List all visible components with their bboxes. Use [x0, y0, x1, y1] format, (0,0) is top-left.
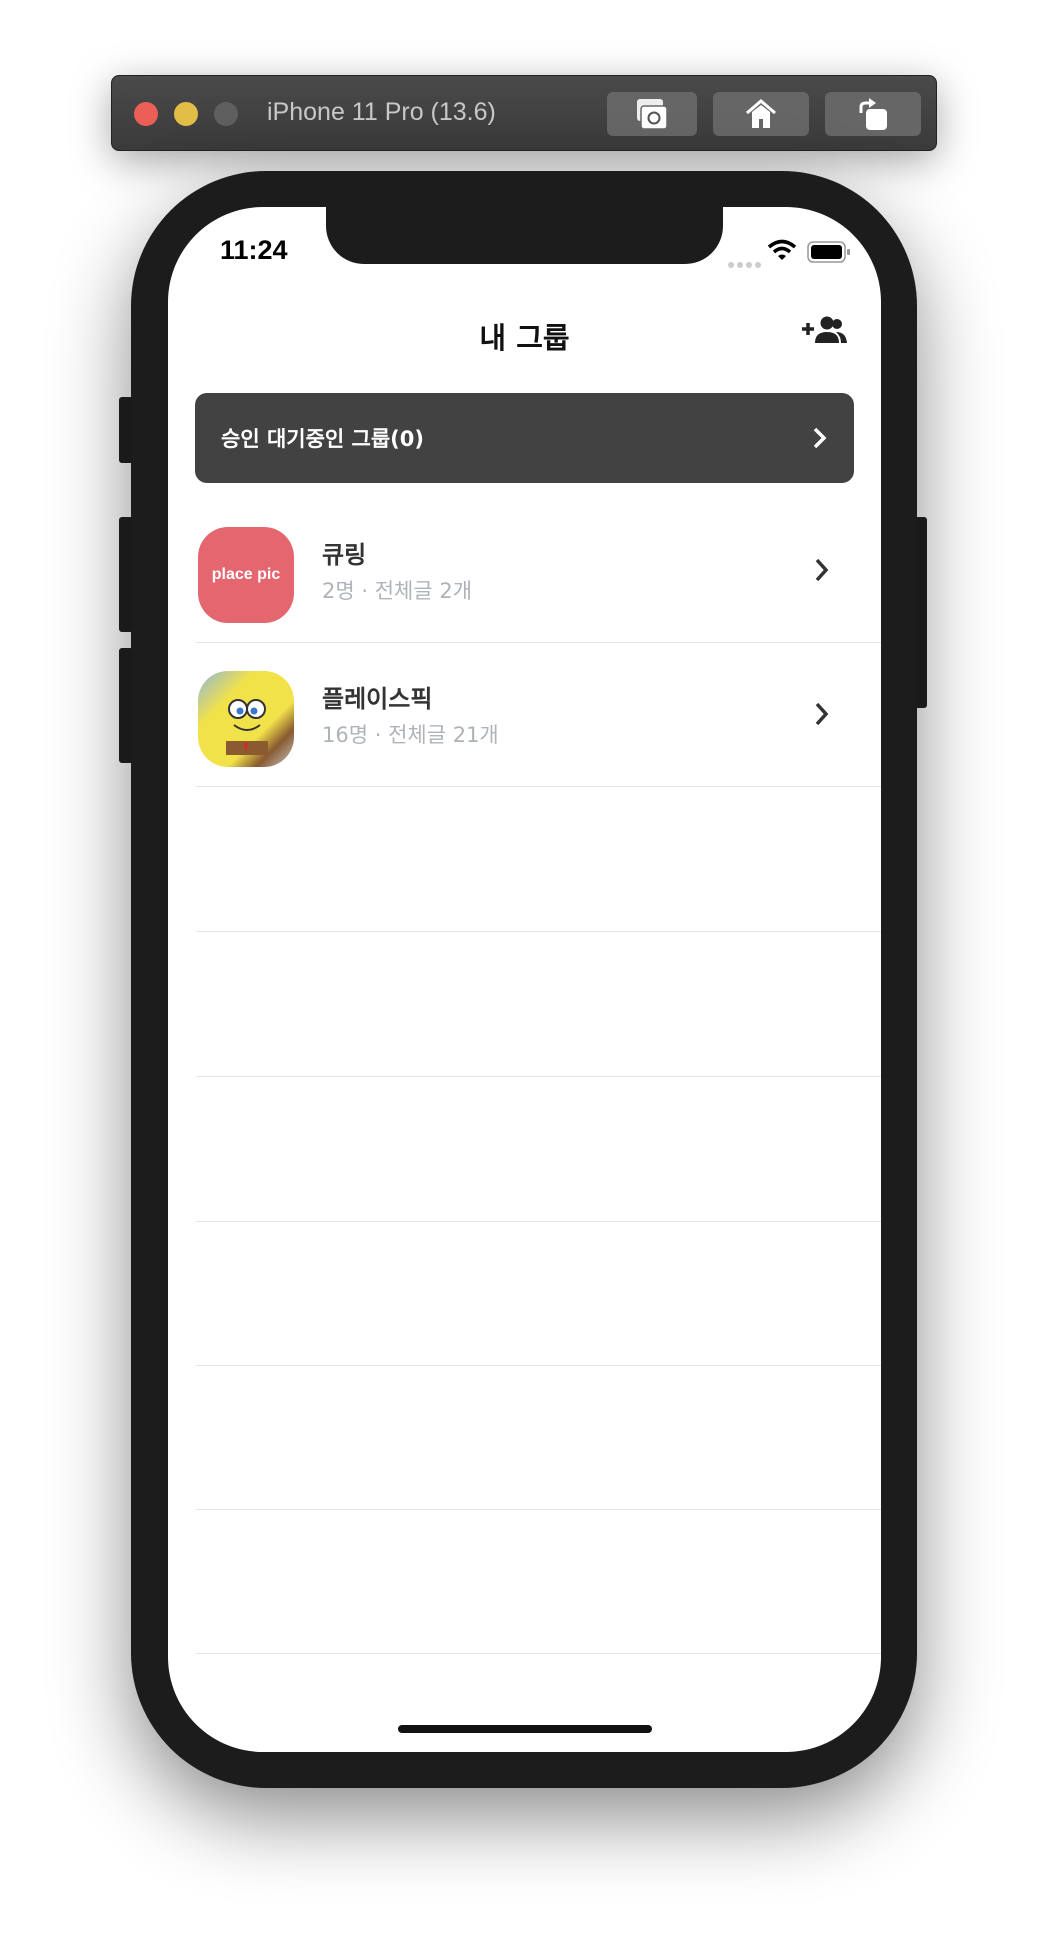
app-screen: 11:24 내 그룹 승인 대기중인 그룹(0) place pic 큐링 2명… [168, 207, 881, 1752]
status-time: 11:24 [220, 235, 288, 265]
rotate-icon [859, 98, 887, 130]
home-indicator[interactable] [398, 1725, 652, 1733]
minimize-button[interactable] [174, 102, 198, 126]
pending-groups-button[interactable]: 승인 대기중인 그룹(0) [195, 393, 854, 483]
group-name: 플레이스픽 [322, 685, 433, 713]
window-title: iPhone 11 Pro (13.6) [267, 98, 496, 126]
screenshot-button[interactable] [607, 92, 697, 136]
add-group-member-button[interactable] [800, 315, 848, 351]
chevron-right-icon [815, 702, 829, 726]
empty-row [196, 932, 881, 1077]
group-list-item[interactable]: place pic 큐링 2명 · 전체글 2개 [196, 499, 881, 643]
battery-icon [807, 241, 851, 267]
screenshot-icon [637, 99, 668, 130]
power-button [915, 517, 927, 708]
empty-row [196, 1221, 881, 1366]
group-avatar: place pic [198, 527, 294, 623]
wifi-icon [767, 239, 797, 265]
group-avatar [198, 671, 294, 767]
close-button[interactable] [134, 102, 158, 126]
add-user-icon [802, 316, 847, 343]
home-button[interactable] [713, 92, 809, 136]
mute-switch [119, 397, 133, 463]
group-meta: 2명 · 전체글 2개 [322, 579, 473, 603]
empty-row [196, 1365, 881, 1510]
empty-row [196, 787, 881, 932]
empty-row [196, 1509, 881, 1654]
empty-row [196, 1077, 881, 1222]
group-meta: 16명 · 전체글 21개 [322, 723, 499, 747]
home-icon [746, 99, 776, 128]
group-list-item[interactable]: 플레이스픽 16명 · 전체글 21개 [196, 643, 881, 787]
volume-down-button [119, 648, 133, 763]
chevron-right-icon [813, 427, 827, 449]
chevron-right-icon [815, 558, 829, 582]
notch [326, 207, 723, 264]
volume-up-button [119, 517, 133, 632]
group-name: 큐링 [322, 541, 367, 569]
pending-groups-label: 승인 대기중인 그룹(0) [221, 427, 424, 451]
rotate-button[interactable] [825, 92, 921, 136]
page-title: 내 그룹 [479, 321, 570, 355]
signal-icon [728, 254, 762, 273]
zoom-button[interactable] [214, 102, 238, 126]
simulator-title-bar: iPhone 11 Pro (13.6) [111, 75, 937, 151]
